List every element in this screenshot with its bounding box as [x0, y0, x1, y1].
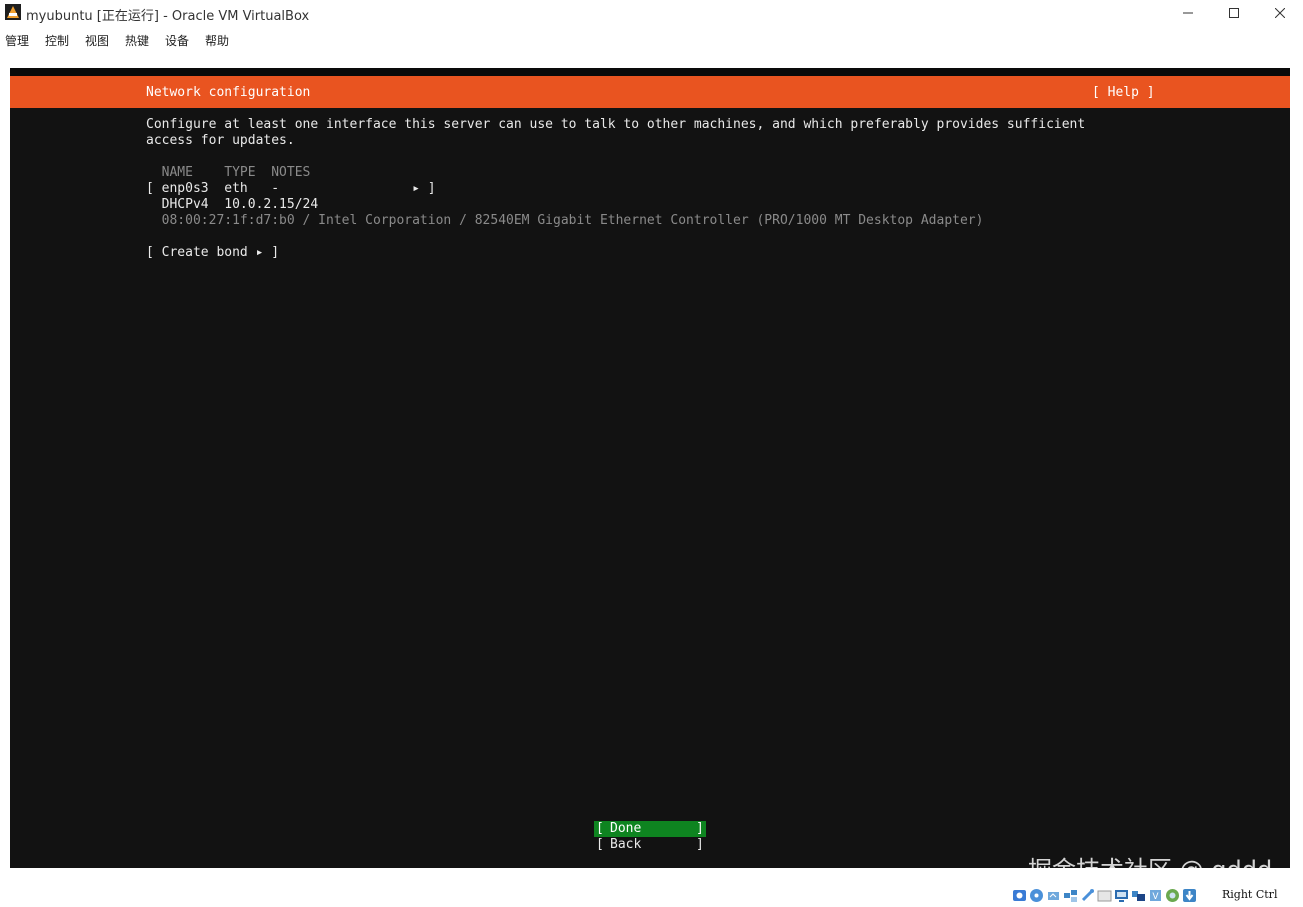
screen-top-strip — [10, 68, 1290, 76]
menu-manage[interactable]: 管理 — [5, 32, 29, 49]
back-bracket-close: ] — [696, 837, 704, 852]
interface-dhcp-row: DHCPv4 10.0.2.15/24 — [146, 197, 319, 212]
device-icons: V — [1012, 888, 1197, 904]
back-button[interactable]: [ Back ] — [594, 837, 706, 853]
maximize-button[interactable] — [1211, 0, 1257, 26]
done-bracket-open: [ — [596, 821, 604, 836]
host-key-label: Right Ctrl — [1222, 888, 1278, 901]
interface-hardware-row: 08:00:27:1f:d7:b0 / Intel Corporation / … — [146, 213, 984, 228]
optical-icon[interactable] — [1029, 888, 1044, 903]
menu-bar: 管理 控制 视图 热键 设备 帮助 — [0, 29, 1303, 49]
maximize-icon — [1229, 8, 1239, 18]
network-icon[interactable] — [1063, 888, 1078, 903]
done-label: Done — [610, 821, 642, 836]
description-line-1: Configure at least one interface this se… — [146, 117, 1086, 132]
help-button[interactable]: [ Help ] — [1092, 85, 1155, 101]
menu-view[interactable]: 视图 — [85, 32, 109, 49]
mouse-integration-icon[interactable] — [1165, 888, 1180, 903]
description-line-2: access for updates. — [146, 133, 295, 148]
keyboard-icon[interactable] — [1182, 888, 1197, 903]
svg-text:V: V — [1152, 892, 1159, 902]
status-bar: V Right Ctrl — [0, 885, 1303, 907]
display-icon[interactable] — [1114, 888, 1129, 903]
menu-devices[interactable]: 设备 — [165, 32, 189, 49]
window-title: myubuntu [正在运行] - Oracle VM VirtualBox — [26, 9, 310, 24]
close-icon — [1275, 8, 1285, 18]
menu-hotkeys[interactable]: 热键 — [125, 32, 149, 49]
done-button[interactable]: [ Done ] — [594, 821, 706, 837]
installer-header: Network configuration [ Help ] — [10, 76, 1290, 108]
vm-screen[interactable]: Network configuration [ Help ] Configure… — [10, 68, 1290, 868]
minimize-icon — [1183, 12, 1193, 14]
shared-folder-icon[interactable] — [1097, 888, 1112, 903]
close-button[interactable] — [1257, 0, 1303, 26]
menu-help[interactable]: 帮助 — [205, 32, 229, 49]
back-label: Back — [610, 837, 642, 852]
usb-icon[interactable] — [1080, 888, 1095, 903]
interface-row-enp0s3[interactable]: [ enp0s3 eth - ▸ ] — [146, 181, 436, 197]
hdd-icon[interactable] — [1012, 888, 1027, 903]
cpu-icon[interactable]: V — [1148, 888, 1163, 903]
recording-icon[interactable] — [1131, 888, 1146, 903]
done-bracket-close: ] — [696, 821, 704, 836]
menu-control[interactable]: 控制 — [45, 32, 69, 49]
virtualbox-app-icon — [5, 4, 21, 20]
page-title: Network configuration — [146, 85, 311, 100]
audio-icon[interactable] — [1046, 888, 1061, 903]
minimize-button[interactable] — [1165, 0, 1211, 26]
window-titlebar: myubuntu [正在运行] - Oracle VM VirtualBox — [0, 0, 1303, 26]
interface-table-header: NAME TYPE NOTES — [146, 165, 311, 180]
create-bond-button[interactable]: [ Create bond ▸ ] — [146, 245, 279, 261]
watermark-text: 掘金技术社区 @ qddd — [1028, 856, 1273, 884]
back-bracket-open: [ — [596, 837, 604, 852]
